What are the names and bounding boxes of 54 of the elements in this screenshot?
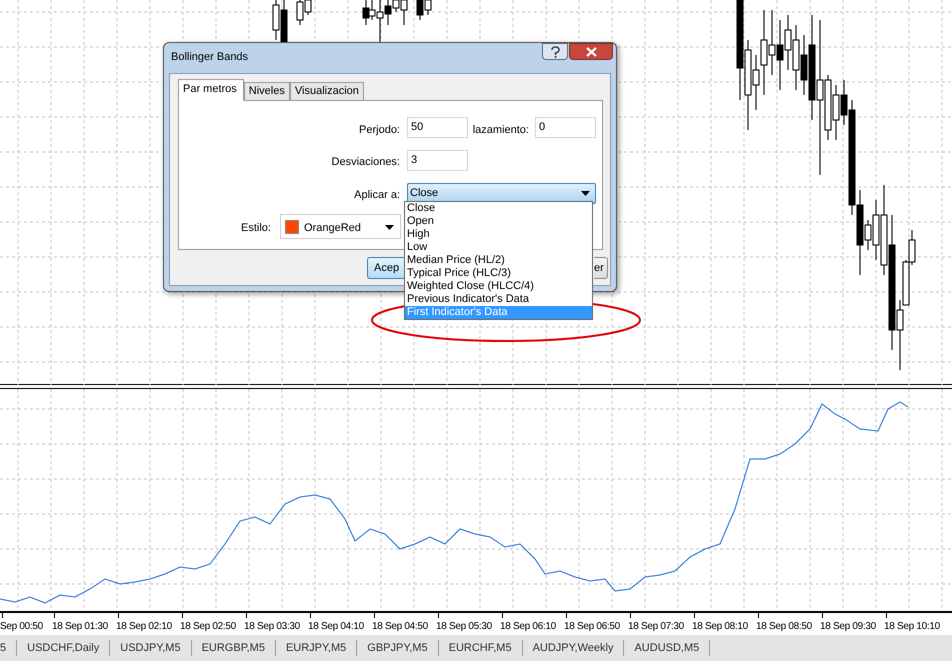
dropdown-option[interactable]: High	[405, 228, 592, 241]
dropdown-option[interactable]: Median Price (HL/2)	[405, 254, 592, 267]
cancel-button[interactable]: er	[594, 257, 608, 279]
dialog-tab[interactable]: Visualizacion	[290, 82, 364, 101]
axis-label: 18 Sep 04:10	[308, 620, 364, 634]
input-field[interactable]: 3	[407, 150, 468, 171]
dropdown-option[interactable]: Previous Indicator's Data	[405, 293, 592, 306]
axis-label: 18 Sep 06:10	[500, 620, 556, 634]
color-dropdown[interactable]: OrangeRed	[280, 214, 401, 239]
field-label: Perjodo:	[359, 123, 400, 138]
dropdown-option[interactable]: Typical Price (HLC/3)	[405, 267, 592, 280]
window-title: Bollinger Bands	[171, 50, 248, 65]
symbol-tab[interactable]: EURGBP,M5	[192, 640, 276, 656]
caret-icon	[581, 191, 590, 196]
symbol-tab[interactable]: AUDUSD,M5	[624, 640, 710, 656]
help-button[interactable]	[542, 43, 568, 60]
symbol-tab[interactable]: AUDJPY,Weekly	[522, 640, 624, 656]
dialog-tab[interactable]: Niveles	[244, 82, 290, 101]
caret-icon	[385, 225, 394, 230]
dropdown-option[interactable]: Weighted Close (HLCC/4)	[405, 280, 592, 293]
close-button[interactable]	[569, 43, 613, 60]
symbol-tab[interactable]: EURCHF,M5	[438, 640, 523, 656]
axis-label: 18 Sep 09:30	[820, 620, 876, 634]
accept-button[interactable]: Acep	[367, 257, 405, 279]
field-label: Estilo:	[241, 221, 271, 236]
field-label: Aplicar a:	[354, 188, 400, 203]
color-name: OrangeRed	[304, 221, 361, 236]
dropdown-option[interactable]: Low	[405, 241, 592, 254]
axis-label: 18 Sep 02:10	[116, 620, 172, 634]
dropdown-option[interactable]: Close	[405, 202, 592, 215]
symbol-tab[interactable]: GBPJPY,M5	[357, 640, 439, 656]
axis-label: 18 Sep 06:50	[564, 620, 620, 634]
axis-label: 18 Sep 02:50	[180, 620, 236, 634]
close-icon	[586, 47, 597, 57]
input-field[interactable]: 50	[407, 117, 468, 138]
input-field[interactable]: 0	[535, 117, 596, 138]
field-label: Desviaciones:	[332, 155, 400, 170]
axis-label: 18 Sep 01:30	[52, 620, 108, 634]
axis-label: 18 Sep 05:30	[436, 620, 492, 634]
dialog-tab[interactable]: Par metros	[178, 79, 244, 101]
axis-label: 18 Sep 08:50	[756, 620, 812, 634]
axis-label: 18 Sep 04:50	[372, 620, 428, 634]
field-label: lazamiento:	[472, 123, 529, 138]
symbol-tab[interactable]: EURJPY,M5	[276, 640, 358, 656]
symbol-tab[interactable]: USDJPY,M5	[110, 640, 192, 656]
symbol-tab[interactable]: 5	[0, 640, 18, 656]
axis-label: 18 Sep 07:30	[628, 620, 684, 634]
help-icon	[551, 46, 560, 58]
axis-label: 18 Sep 08:10	[692, 620, 748, 634]
axis-label: 18 Sep 03:30	[244, 620, 300, 634]
symbol-tab[interactable]: USDCHF,Daily	[17, 640, 110, 656]
axis-label: 18 Sep 10:10	[884, 620, 940, 634]
axis-label: Sep 00:50	[0, 620, 43, 634]
dropdown-option[interactable]: Open	[405, 215, 592, 228]
